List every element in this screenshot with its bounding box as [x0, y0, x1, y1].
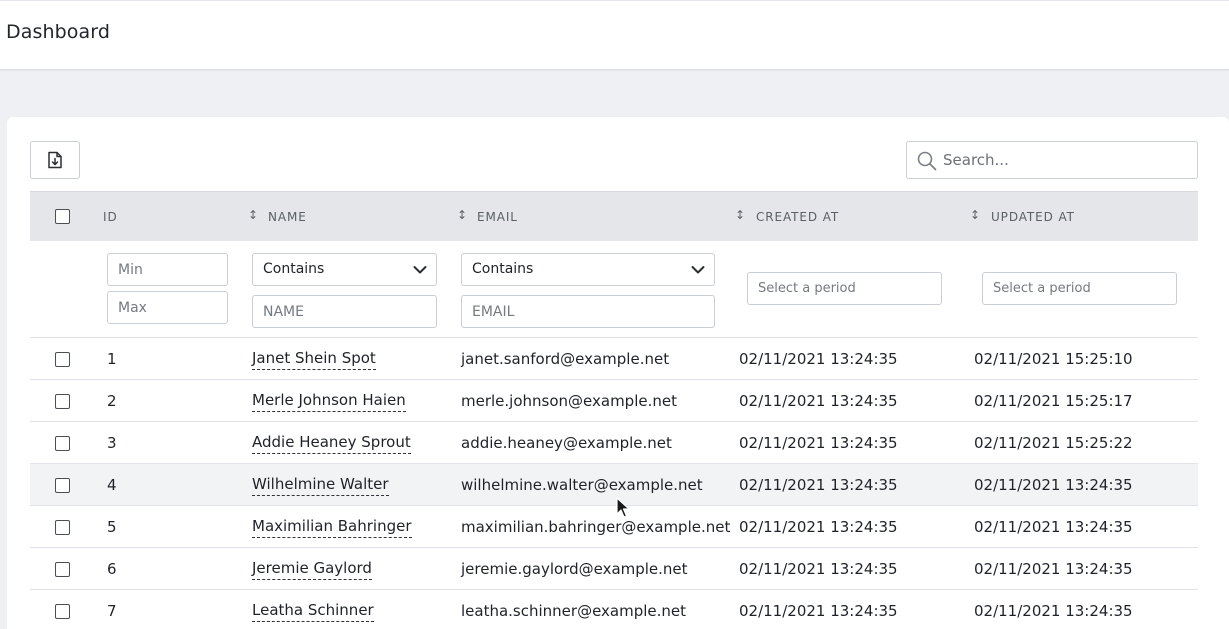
row-checkbox[interactable]: [55, 478, 70, 493]
cell-email: wilhelmine.walter@example.net: [461, 476, 703, 494]
id-max-input[interactable]: [107, 291, 228, 324]
cell-updated-at: 02/11/2021 13:24:35: [974, 518, 1133, 536]
sort-icon[interactable]: ↕: [248, 208, 258, 222]
chevron-down-icon: [691, 266, 705, 274]
cell-name-link[interactable]: Leatha Schinner: [252, 601, 374, 622]
export-button[interactable]: [30, 141, 80, 179]
email-operator-value: Contains: [472, 261, 534, 277]
cell-id: 2: [107, 392, 117, 410]
column-header-email[interactable]: EMAIL: [477, 210, 518, 224]
row-checkbox[interactable]: [55, 394, 70, 409]
cell-name-link[interactable]: Jeremie Gaylord: [252, 559, 372, 580]
row-checkbox[interactable]: [55, 352, 70, 367]
name-operator-select[interactable]: Contains: [252, 253, 437, 286]
cell-email: addie.heaney@example.net: [461, 434, 672, 452]
table-header: ID ↕ NAME ↕ EMAIL ↕ CREATED AT ↕ UPDATED…: [30, 191, 1198, 241]
cell-updated-at: 02/11/2021 13:24:35: [974, 476, 1133, 494]
table-row[interactable]: 2 Merle Johnson Haien merle.johnson@exam…: [30, 380, 1198, 422]
cell-name-link[interactable]: Merle Johnson Haien: [252, 391, 406, 412]
cell-id: 6: [107, 560, 117, 578]
cell-email: maximilian.bahringer@example.net: [461, 518, 731, 536]
table-row[interactable]: 7 Leatha Schinner leatha.schinner@exampl…: [30, 590, 1198, 629]
row-checkbox[interactable]: [55, 520, 70, 535]
file-download-icon: [48, 151, 62, 169]
cell-id: 1: [107, 350, 117, 368]
email-operator-select[interactable]: Contains: [461, 253, 715, 286]
id-min-input[interactable]: [107, 253, 228, 286]
table-row[interactable]: 4 Wilhelmine Walter wilhelmine.walter@ex…: [30, 464, 1198, 506]
cell-email: janet.sanford@example.net: [461, 350, 670, 368]
cell-updated-at: 02/11/2021 15:25:22: [974, 434, 1133, 452]
cell-email: leatha.schinner@example.net: [461, 602, 687, 620]
table-row[interactable]: 6 Jeremie Gaylord jeremie.gaylord@exampl…: [30, 548, 1198, 590]
sort-icon[interactable]: ↕: [457, 208, 467, 222]
cell-id: 3: [107, 434, 117, 452]
cell-name-link[interactable]: Janet Shein Spot: [252, 349, 376, 370]
row-checkbox[interactable]: [55, 436, 70, 451]
search-field[interactable]: [906, 141, 1198, 179]
cell-created-at: 02/11/2021 13:24:35: [739, 602, 898, 620]
cell-email: merle.johnson@example.net: [461, 392, 677, 410]
cell-created-at: 02/11/2021 13:24:35: [739, 434, 898, 452]
table-row[interactable]: 1 Janet Shein Spot janet.sanford@example…: [30, 338, 1198, 380]
search-icon: [917, 151, 937, 171]
row-checkbox[interactable]: [55, 604, 70, 619]
cell-created-at: 02/11/2021 13:24:35: [739, 392, 898, 410]
mouse-pointer-icon: [616, 497, 630, 518]
top-bar: Dashboard: [0, 0, 1229, 70]
created-at-period-input[interactable]: [747, 272, 942, 305]
cell-created-at: 02/11/2021 13:24:35: [739, 476, 898, 494]
cell-id: 5: [107, 518, 117, 536]
column-header-id[interactable]: ID: [103, 210, 118, 224]
cell-email: jeremie.gaylord@example.net: [461, 560, 688, 578]
sort-icon[interactable]: ↕: [735, 208, 745, 222]
chevron-down-icon: [413, 266, 427, 274]
cell-name-link[interactable]: Wilhelmine Walter: [252, 475, 389, 496]
table-row[interactable]: 5 Maximilian Bahringer maximilian.bahrin…: [30, 506, 1198, 548]
filter-row: Contains Contains: [30, 241, 1198, 338]
cell-created-at: 02/11/2021 13:24:35: [739, 518, 898, 536]
page-title: Dashboard: [6, 21, 110, 43]
cell-id: 4: [107, 476, 117, 494]
cell-created-at: 02/11/2021 13:24:35: [739, 560, 898, 578]
email-filter-input[interactable]: [461, 295, 715, 328]
name-operator-value: Contains: [263, 261, 325, 277]
cell-name-link[interactable]: Maximilian Bahringer: [252, 517, 412, 538]
sort-icon[interactable]: ↕: [970, 208, 980, 222]
updated-at-period-input[interactable]: [982, 272, 1177, 305]
cell-name-link[interactable]: Addie Heaney Sprout: [252, 433, 411, 454]
column-header-created-at[interactable]: CREATED AT: [756, 210, 839, 224]
select-all-checkbox[interactable]: [55, 209, 70, 224]
search-input[interactable]: [943, 142, 1193, 178]
row-checkbox[interactable]: [55, 562, 70, 577]
cell-id: 7: [107, 602, 117, 620]
name-filter-input[interactable]: [252, 295, 437, 328]
cell-updated-at: 02/11/2021 13:24:35: [974, 602, 1133, 620]
cell-created-at: 02/11/2021 13:24:35: [739, 350, 898, 368]
cell-updated-at: 02/11/2021 15:25:10: [974, 350, 1133, 368]
column-header-name[interactable]: NAME: [268, 210, 307, 224]
table-row[interactable]: 3 Addie Heaney Sprout addie.heaney@examp…: [30, 422, 1198, 464]
cell-updated-at: 02/11/2021 15:25:17: [974, 392, 1133, 410]
cell-updated-at: 02/11/2021 13:24:35: [974, 560, 1133, 578]
column-header-updated-at[interactable]: UPDATED AT: [991, 210, 1075, 224]
